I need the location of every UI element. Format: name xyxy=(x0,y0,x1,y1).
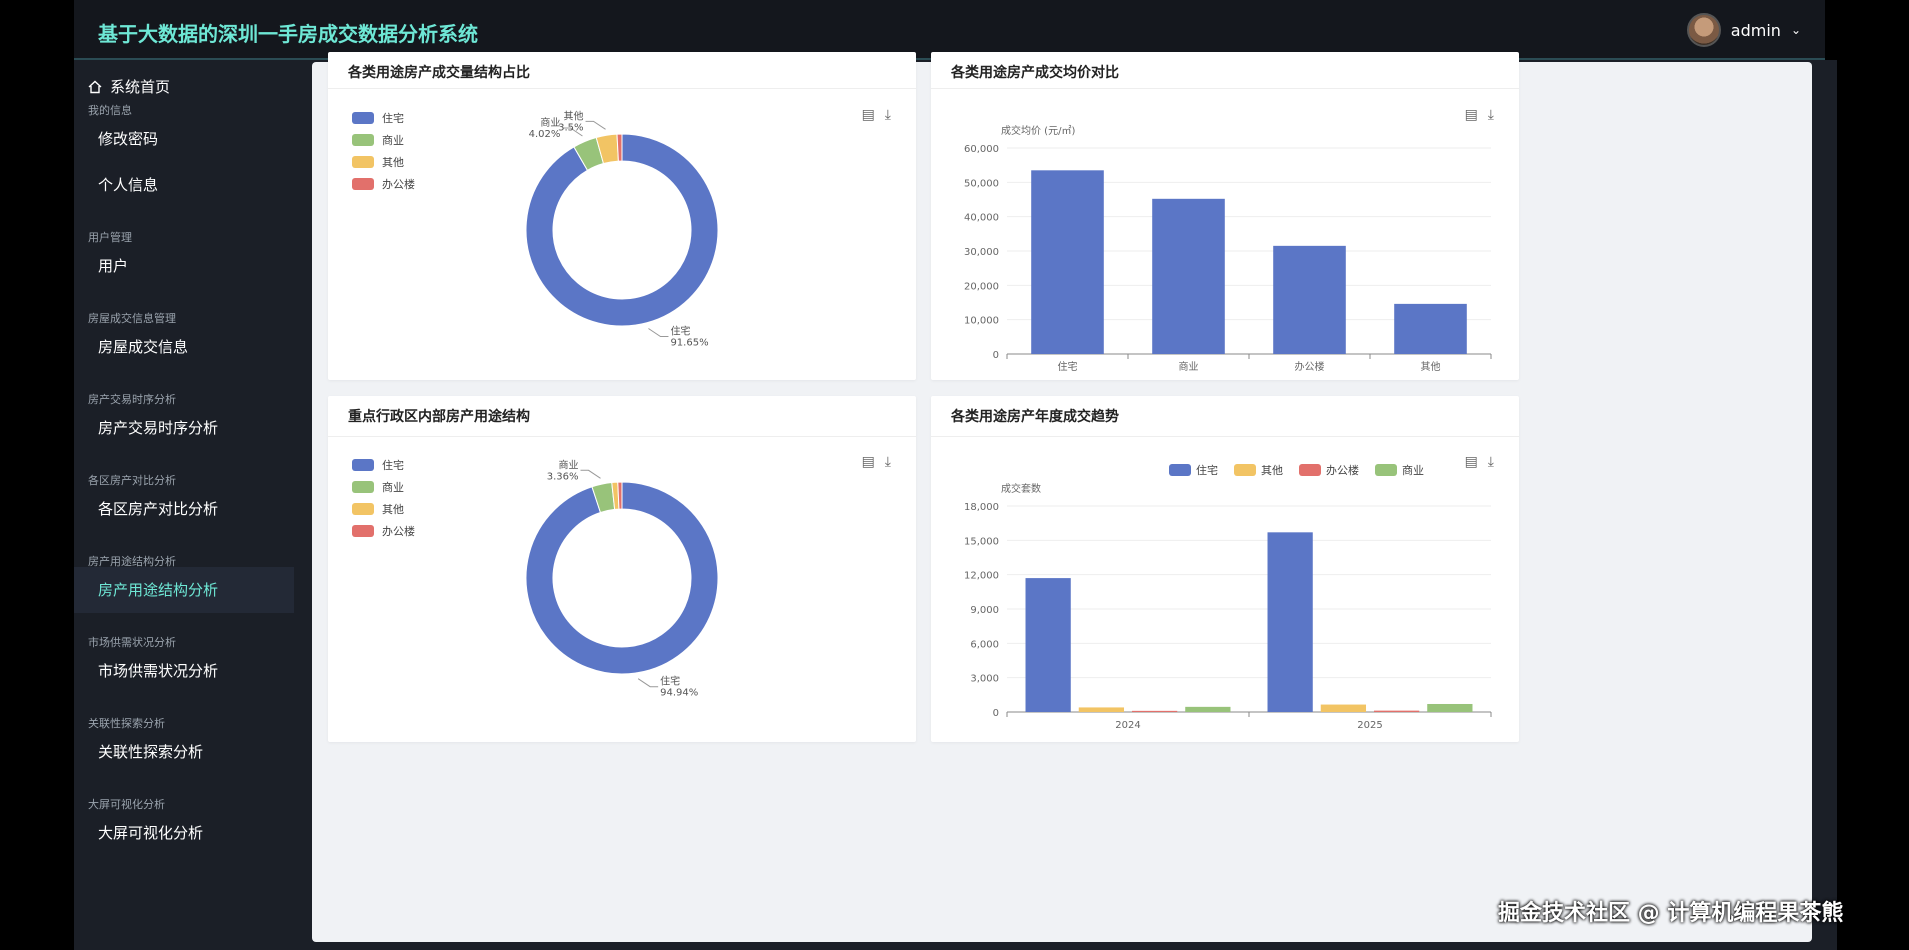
bar[interactable] xyxy=(1320,704,1367,712)
label-line xyxy=(580,469,601,479)
card-avg-price: 各类用途房产成交均价对比 ▤ ⤓ 成交均价 (元/㎡) 0 10,000 20,000… xyxy=(931,52,1519,380)
avatar[interactable] xyxy=(1686,13,1721,47)
card-yearly-trend: 各类用途房产年度成交趋势 ▤ ⤓ 成交套数 0 3,000 6,000 9,000 12,… xyxy=(931,396,1519,742)
y-tick-label: 30,000 xyxy=(964,247,999,258)
legend-swatch[interactable] xyxy=(1169,464,1191,476)
label-line xyxy=(648,328,669,338)
sidebar-item-label: 系统首页 xyxy=(110,78,171,96)
sidebar: 系统首页 我的信息 修改密码 个人信息 用户管理 用户 房屋成交信息管理 房屋成交信息 房产交… xyxy=(74,62,294,950)
bar[interactable] xyxy=(1394,303,1467,354)
slice-percent-label: 3.36% xyxy=(547,471,579,482)
pie-slice[interactable] xyxy=(525,133,719,327)
legend-label[interactable]: 住宅 xyxy=(1196,463,1218,477)
bar[interactable] xyxy=(1373,710,1420,712)
y-tick-label: 20,000 xyxy=(964,281,999,292)
y-tick-label: 0 xyxy=(993,708,999,719)
watermark: 掘金技术社区 @ 计算机编程果茶熊 xyxy=(1498,901,1844,926)
sidebar-item[interactable]: 房产交易时序分析 xyxy=(74,405,294,451)
sidebar-item-home[interactable]: 系统首页 xyxy=(88,76,170,97)
x-tick-label: 住宅 xyxy=(1058,360,1078,373)
x-tick-label: 其他 xyxy=(1421,360,1441,373)
slice-name-label: 其他 xyxy=(564,109,584,122)
pie-chart: 住宅94.94% 商业3.36% xyxy=(525,458,719,699)
x-tick-label: 办公楼 xyxy=(1295,360,1325,373)
bar-chart: 成交均价 (元/㎡) 0 10,000 20,000 30,000 40,000 50,00… xyxy=(964,124,1492,373)
app-window: 基于大数据的深圳一手房成交数据分析系统 admin ⌄ 系统首页 我的信息 修改密… xyxy=(74,0,1825,950)
bar[interactable] xyxy=(1025,578,1071,712)
slice-percent-label: 3.5% xyxy=(558,122,583,133)
legend-swatch[interactable] xyxy=(1299,464,1321,476)
username[interactable]: admin xyxy=(1731,21,1781,40)
slice-name-label: 商业 xyxy=(559,458,579,471)
y-axis-label: 成交套数 xyxy=(1001,482,1041,495)
x-tick-label: 商业 xyxy=(1179,360,1199,373)
bar[interactable] xyxy=(1031,170,1104,354)
legend-label[interactable]: 办公楼 xyxy=(1326,463,1359,477)
legend-label[interactable]: 其他 xyxy=(1261,464,1283,477)
slice-percent-label: 91.65% xyxy=(670,338,708,349)
y-tick-label: 0 xyxy=(993,350,999,361)
y-tick-label: 50,000 xyxy=(964,178,999,189)
y-axis-label: 成交均价 (元/㎡) xyxy=(1001,124,1075,137)
sidebar-item[interactable]: 房产用途结构分析 xyxy=(74,567,294,613)
slice-percent-label: 94.94% xyxy=(660,688,698,699)
sidebar-item[interactable]: 关联性探索分析 xyxy=(74,729,294,775)
slice-name-label: 住宅 xyxy=(660,675,680,688)
legend-label[interactable]: 商业 xyxy=(1402,463,1424,477)
main-content: 各类用途房产成交量结构占比 住宅 商业 其他 办公楼 ▤ ⤓ 住宅 91.65% 商业 4.… xyxy=(312,52,1812,942)
slice-percent-label: 4.02% xyxy=(529,129,561,140)
home-icon xyxy=(88,80,102,93)
bar[interactable] xyxy=(1267,532,1313,712)
top-bar: 基于大数据的深圳一手房成交数据分析系统 admin ⌄ xyxy=(74,0,1825,60)
y-tick-label: 9,000 xyxy=(970,605,999,616)
sidebar-item[interactable]: 个人信息 xyxy=(74,162,294,208)
sidebar-item[interactable]: 房屋成交信息 xyxy=(74,324,294,370)
pie-chart: 住宅91.65%商业4.02%其他3.5% xyxy=(525,109,719,349)
y-tick-label: 12,000 xyxy=(964,571,999,582)
sidebar-item[interactable]: 用户 xyxy=(74,243,294,289)
label-line xyxy=(585,120,606,130)
chevron-down-icon[interactable]: ⌄ xyxy=(1791,23,1801,37)
legend-swatch[interactable] xyxy=(1234,464,1256,476)
y-tick-label: 3,000 xyxy=(970,674,999,685)
sidebar-item[interactable]: 市场供需状况分析 xyxy=(74,648,294,694)
card-usage-share: 各类用途房产成交量结构占比 住宅 商业 其他 办公楼 ▤ ⤓ 住宅 91.65% 商业 4.… xyxy=(328,52,916,380)
user-menu[interactable]: admin ⌄ xyxy=(1686,13,1801,47)
bar[interactable] xyxy=(1273,245,1346,354)
slice-name-label: 住宅 xyxy=(670,325,690,338)
pie-slice[interactable] xyxy=(525,481,719,675)
bar[interactable] xyxy=(1078,707,1125,712)
pie-slice[interactable] xyxy=(616,133,623,162)
y-tick-label: 6,000 xyxy=(970,639,999,650)
legend-swatch[interactable] xyxy=(1375,464,1397,476)
y-tick-label: 18,000 xyxy=(964,502,999,513)
y-tick-label: 10,000 xyxy=(964,316,999,327)
y-tick-label: 60,000 xyxy=(964,144,999,155)
bar[interactable] xyxy=(1131,710,1178,712)
bar[interactable] xyxy=(1152,198,1225,354)
bar[interactable] xyxy=(1427,703,1473,712)
grouped-bar-chart: 成交套数 0 3,000 6,000 9,000 12,000 15,000 18,000 20… xyxy=(964,463,1492,731)
sidebar-item[interactable]: 修改密码 xyxy=(74,116,294,162)
app-title: 基于大数据的深圳一手房成交数据分析系统 xyxy=(98,22,478,46)
sidebar-item[interactable]: 各区房产对比分析 xyxy=(74,486,294,532)
sidebar-item[interactable]: 大屏可视化分析 xyxy=(74,810,294,856)
bar[interactable] xyxy=(1185,706,1231,712)
card-district-structure: 重点行政区内部房产用途结构 住宅 商业 其他 办公楼 ▤ ⤓ 住宅 94.94% 商业 3.… xyxy=(328,396,916,742)
x-tick-label: 2024 xyxy=(1115,720,1140,731)
x-tick-label: 2025 xyxy=(1357,720,1382,731)
y-tick-label: 15,000 xyxy=(964,536,999,547)
scrollbar[interactable] xyxy=(1825,60,1837,950)
y-tick-label: 40,000 xyxy=(964,213,999,224)
pie-slice[interactable] xyxy=(617,481,623,510)
label-line xyxy=(637,678,659,688)
